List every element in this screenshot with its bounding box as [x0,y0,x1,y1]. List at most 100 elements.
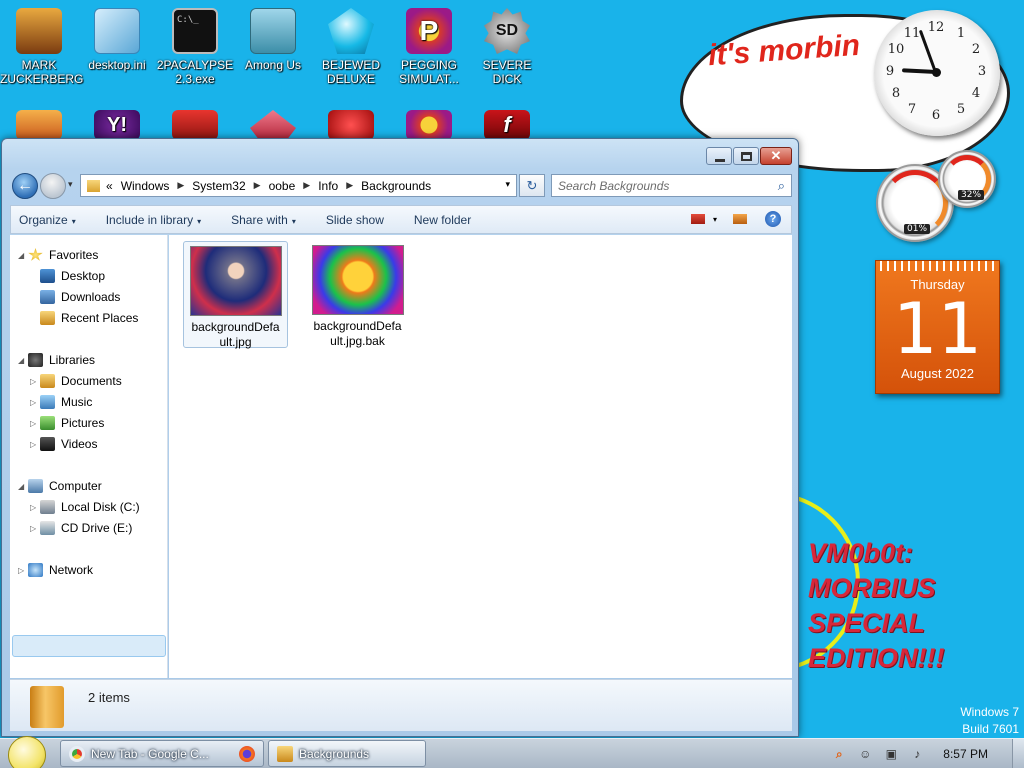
tree-item-cd-drive[interactable]: ▷ CD Drive (E:) [30,518,132,538]
tree-item-local-disk-c[interactable]: ▷ Local Disk (C:) [30,497,140,517]
windows-version: Windows 7 Build 7601 [960,704,1019,738]
tree-item-pictures[interactable]: ▷ Pictures [30,413,104,433]
volume-icon[interactable]: ♪ [909,746,925,762]
address-dropdown-icon[interactable]: ▾ [505,179,510,190]
desktop-icon-severe-dick[interactable]: SD SEVERE DICK [468,8,546,86]
show-desktop-button[interactable] [1012,739,1024,768]
include-in-library-button[interactable]: Include in library ▾ [106,213,201,227]
chevron-right-icon[interactable]: ▶ [303,180,310,191]
breadcrumb-backgrounds[interactable]: Backgrounds [361,179,431,193]
desktop-icon-among-us[interactable]: Among Us [234,8,312,72]
overlay-line: MORBIUS [808,573,936,603]
tree-item-recent-places[interactable]: Recent Places [40,308,138,328]
smile-tray-icon[interactable]: ☺ [857,746,873,762]
search-tray-icon[interactable]: ⌕ [831,746,847,762]
chevron-right-icon[interactable]: ▶ [346,180,353,191]
preview-pane-icon[interactable] [733,214,747,224]
collapsed-icon[interactable]: ▷ [18,566,28,575]
peggle-icon [406,110,452,140]
chevron-right-icon[interactable]: ▶ [177,180,184,191]
recent-pages-dropdown[interactable]: ▾ [68,179,73,190]
details-pane: 2 items [10,679,792,731]
console-exe-icon: C:\_ [172,8,218,54]
tree-item-computer[interactable]: ◢ Computer [18,476,102,496]
tree-item-documents[interactable]: ▷ Documents [30,371,122,391]
file-item[interactable]: backgroundDefa ult.jpg [183,241,288,349]
tree-item-label: Local Disk (C:) [61,500,140,514]
new-folder-button[interactable]: New folder [414,213,471,227]
tree-item-desktop[interactable]: Desktop [40,266,105,286]
person-icon [16,8,62,54]
slide-show-button[interactable]: Slide show [326,213,384,227]
expand-icon[interactable]: ◢ [18,251,28,260]
clock-number: 5 [956,102,966,117]
maximize-button[interactable] [733,147,759,165]
tree-item-downloads[interactable]: Downloads [40,287,120,307]
forward-button[interactable] [40,173,66,199]
expand-icon[interactable]: ◢ [18,482,28,491]
taskbar-firefox-button[interactable] [226,740,266,767]
clock-time[interactable]: 8:57 PM [943,747,988,761]
breadcrumb-info[interactable]: Info [318,179,338,193]
change-view-icon[interactable] [690,214,705,224]
collapsed-icon[interactable]: ▷ [30,398,40,407]
collapsed-icon[interactable]: ▷ [30,524,40,533]
refresh-button[interactable]: ↻ [519,174,545,197]
explorer-window[interactable]: ✕ ← ▾ « Windows ▶ System32 ▶ oobe ▶ Info… [1,138,799,737]
desktop-icon-pegging[interactable]: P PEGGING SIMULAT... [390,8,468,86]
clock-number: 7 [907,102,917,117]
breadcrumb-overflow[interactable]: « [106,179,113,193]
system-tray: ⌕ ☺ ▣ ♪ 8:57 PM [831,739,1024,768]
tree-item-libraries[interactable]: ◢ Libraries [18,350,95,370]
desktop-icon-mark-zuckerberg[interactable]: MARK ZUCKERBERG [0,8,83,86]
peggle-icon: P [406,8,452,54]
file-list-pane[interactable]: backgroundDefa ult.jpg backgroundDefa ul… [169,235,792,678]
image-thumbnail [311,245,404,315]
breadcrumb-oobe[interactable]: oobe [269,179,296,193]
search-input[interactable] [552,175,762,196]
tree-item-label: Downloads [61,290,121,304]
taskbar-backgrounds-button[interactable]: Backgrounds [268,740,426,767]
close-button[interactable]: ✕ [760,147,792,165]
view-options-dropdown[interactable]: ▾ [713,215,717,224]
tree-item-music[interactable]: ▷ Music [30,392,92,412]
network-tray-icon[interactable]: ▣ [883,746,899,762]
desktop-icon-label: desktop.ini [88,58,146,72]
tree-item-label: Network [49,563,94,577]
expand-icon[interactable]: ◢ [18,356,28,365]
item-count: 2 items [88,690,130,705]
angry-bird-icon [172,110,218,140]
file-name-line: backgroundDefa [191,320,280,334]
breadcrumb-system32[interactable]: System32 [192,179,245,193]
ram-meter-gadget[interactable]: 32% [938,150,996,208]
address-bar[interactable]: « Windows ▶ System32 ▶ oobe ▶ Info ▶ Bac… [80,174,517,197]
tree-item-favorites[interactable]: ◢ Favorites [18,245,98,265]
desktop-icon-bejewed[interactable]: BEJEWED DELUXE [312,8,390,86]
search-icon[interactable]: ⌕ [778,178,785,194]
help-icon[interactable]: ? [765,211,781,227]
minimize-button[interactable] [706,147,732,165]
organize-button[interactable]: Organize ▾ [19,213,76,227]
desktop-icon-desktop-ini[interactable]: desktop.ini [78,8,156,72]
gear-sd-icon: SD [484,8,530,54]
collapsed-icon[interactable]: ▷ [30,503,40,512]
breadcrumb-windows[interactable]: Windows [121,179,170,193]
chevron-right-icon[interactable]: ▶ [254,180,261,191]
desktop-icon-2pacalypse[interactable]: C:\_ 2PACALYPSE 2.3.exe [156,8,234,86]
command-bar: Organize ▾ Include in library ▾ Share with… [10,205,792,234]
calendar-gadget[interactable]: Thursday 11 August 2022 [875,260,1000,394]
file-item[interactable]: backgroundDefa ult.jpg.bak [305,241,410,348]
clock-gadget[interactable]: 12 1 2 3 4 5 6 7 8 9 10 11 [874,10,1000,136]
start-button[interactable] [8,736,46,768]
share-with-button[interactable]: Share with ▾ [231,213,296,227]
collapsed-icon[interactable]: ▷ [30,377,40,386]
back-button[interactable]: ← [12,173,38,199]
clock-number: 12 [927,20,945,35]
collapsed-icon[interactable]: ▷ [30,440,40,449]
collapsed-icon[interactable]: ▷ [30,419,40,428]
search-box[interactable]: ⌕ [551,174,792,197]
tree-item-network[interactable]: ▷ Network [18,560,93,580]
tree-item-videos[interactable]: ▷ Videos [30,434,97,454]
cpu-meter-value: 01% [904,224,931,234]
chevron-down-icon: ▾ [71,216,76,226]
